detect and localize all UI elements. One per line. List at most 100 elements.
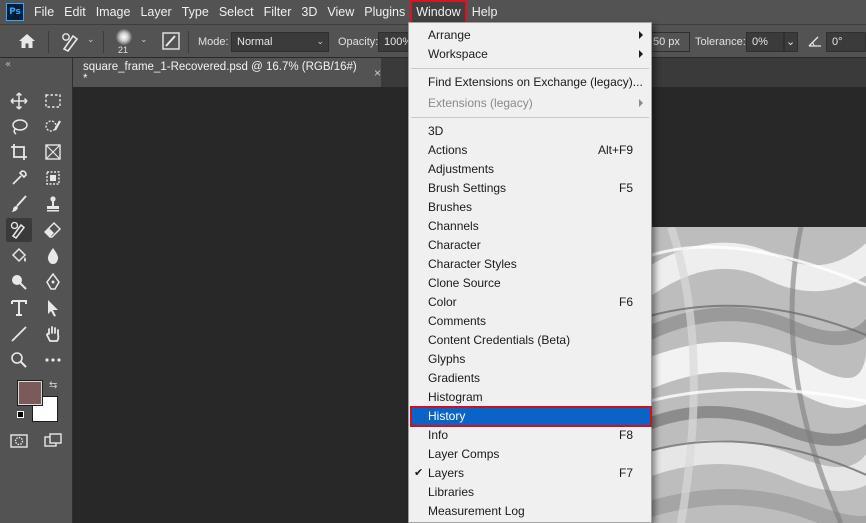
menu-item-layer-comps[interactable]: Layer Comps xyxy=(411,445,649,464)
collapse-panel-icon[interactable]: « xyxy=(5,59,11,70)
menu-item-brushes[interactable]: Brushes xyxy=(411,198,649,217)
rectangular-marquee-tool-icon[interactable] xyxy=(40,89,66,113)
opacity-label: Opacity: xyxy=(338,36,379,48)
crop-tool-icon[interactable] xyxy=(6,140,32,164)
menu-item-gradients[interactable]: Gradients xyxy=(411,369,649,388)
line-tool-icon[interactable] xyxy=(6,322,32,346)
size-input[interactable]: 50 px xyxy=(648,32,690,52)
brush-tool-icon[interactable] xyxy=(6,192,32,216)
angle-input[interactable]: 0° xyxy=(826,32,866,52)
brush-picker-chevron-down-icon[interactable]: ⌄ xyxy=(140,35,148,45)
angle-icon xyxy=(808,35,822,50)
menu-item-libraries[interactable]: Libraries xyxy=(411,483,649,502)
quick-mask-icon[interactable] xyxy=(6,429,32,453)
eyedropper-tool-icon[interactable] xyxy=(6,166,32,190)
screen-mode-icon[interactable] xyxy=(40,429,66,453)
object-selection-tool-icon[interactable] xyxy=(40,166,66,190)
tolerance-label: Tolerance: xyxy=(695,36,746,48)
document-tab[interactable]: square_frame_1-Recovered.psd @ 16.7% (RG… xyxy=(73,58,381,87)
quick-selection-tool-icon[interactable] xyxy=(40,115,66,139)
menu-separator xyxy=(411,68,649,69)
menu-type[interactable]: Type xyxy=(177,0,214,24)
document-tab-title: square_frame_1-Recovered.psd @ 16.7% (RG… xyxy=(83,60,357,85)
menu-3d[interactable]: 3D xyxy=(296,0,322,24)
lasso-tool-icon[interactable] xyxy=(6,115,32,139)
brush-settings-icon[interactable] xyxy=(162,32,180,53)
menu-image[interactable]: Image xyxy=(91,0,136,24)
eraser-tool-icon[interactable] xyxy=(40,218,66,242)
menu-item-color[interactable]: Color F6 xyxy=(411,293,649,312)
preset-chevron-down-icon[interactable]: ⌄ xyxy=(87,35,95,45)
options-separator xyxy=(103,31,104,53)
menu-edit[interactable]: Edit xyxy=(59,0,91,24)
menu-bar: Ps File Edit Image Layer Type Select Fil… xyxy=(0,0,866,24)
menu-item-find-extensions[interactable]: Find Extensions on Exchange (legacy)... xyxy=(411,73,649,92)
submenu-arrow-icon xyxy=(639,50,643,58)
menu-item-histogram[interactable]: Histogram xyxy=(411,388,649,407)
close-icon[interactable]: × xyxy=(374,66,381,80)
menu-help[interactable]: Help xyxy=(467,0,503,24)
path-selection-tool-icon[interactable] xyxy=(40,296,66,320)
menu-shortcut: F5 xyxy=(618,181,633,195)
menu-item-character-styles[interactable]: Character Styles xyxy=(411,255,649,274)
menu-shortcut: Alt+F9 xyxy=(597,143,633,157)
menu-item-measurement-log[interactable]: Measurement Log xyxy=(411,502,649,521)
menu-window[interactable]: Window xyxy=(410,0,467,24)
clone-stamp-tool-icon[interactable] xyxy=(40,192,66,216)
menu-item-content-credentials[interactable]: Content Credentials (Beta) xyxy=(411,331,649,350)
menu-shortcut: F7 xyxy=(618,466,633,480)
more-tools-icon[interactable] xyxy=(40,348,66,372)
menu-item-actions[interactable]: Actions Alt+F9 xyxy=(411,141,649,160)
options-separator xyxy=(48,31,49,53)
menu-item-workspace[interactable]: Workspace xyxy=(411,45,649,64)
menu-shortcut: F6 xyxy=(618,295,633,309)
menu-item-layers[interactable]: ✔ Layers F7 xyxy=(411,464,649,483)
menu-select[interactable]: Select xyxy=(214,0,259,24)
menu-item-adjustments[interactable]: Adjustments xyxy=(411,160,649,179)
menu-view[interactable]: View xyxy=(322,0,359,24)
menu-item-info[interactable]: Info F8 xyxy=(411,426,649,445)
frame-tool-icon[interactable] xyxy=(40,140,66,164)
tolerance-chevron-down-icon[interactable]: ⌄ xyxy=(784,32,798,52)
mode-select[interactable]: Normal ⌄ xyxy=(231,32,329,52)
menu-item-glyphs[interactable]: Glyphs xyxy=(411,350,649,369)
window-dropdown-menu: Arrange Workspace Find Extensions on Exc… xyxy=(408,22,652,523)
paint-bucket-tool-icon[interactable] xyxy=(6,244,32,268)
menu-item-brush-settings[interactable]: Brush Settings F5 xyxy=(411,179,649,198)
pen-tool-icon[interactable] xyxy=(40,270,66,294)
menu-item-character[interactable]: Character xyxy=(411,236,649,255)
swap-colors-icon[interactable]: ⇆ xyxy=(49,380,57,391)
submenu-arrow-icon xyxy=(639,31,643,39)
menu-item-comments[interactable]: Comments xyxy=(411,312,649,331)
move-tool-icon[interactable] xyxy=(6,89,32,113)
tools-panel: « ⇆ xyxy=(0,58,73,523)
options-separator xyxy=(188,31,189,53)
menu-plugins[interactable]: Plugins xyxy=(359,0,410,24)
submenu-arrow-icon xyxy=(639,99,643,107)
document-canvas-image[interactable] xyxy=(651,227,866,523)
brush-tip-preview-icon[interactable] xyxy=(116,29,132,45)
menu-item-clone-source[interactable]: Clone Source xyxy=(411,274,649,293)
menu-filter[interactable]: Filter xyxy=(259,0,297,24)
menu-file[interactable]: File xyxy=(29,0,59,24)
menu-item-channels[interactable]: Channels xyxy=(411,217,649,236)
type-tool-icon[interactable] xyxy=(6,296,32,320)
spot-healing-brush-tool-icon[interactable] xyxy=(6,218,32,242)
dodge-tool-icon[interactable] xyxy=(6,270,32,294)
mode-value: Normal xyxy=(237,36,273,48)
hand-tool-icon[interactable] xyxy=(40,322,66,346)
brush-size-label: 21 xyxy=(118,45,129,55)
blur-tool-icon[interactable] xyxy=(40,244,66,268)
foreground-color-swatch[interactable] xyxy=(17,380,43,406)
photoshop-logo-icon: Ps xyxy=(6,3,24,21)
menu-layer[interactable]: Layer xyxy=(135,0,176,24)
spot-healing-brush-preset-icon[interactable] xyxy=(60,31,82,56)
tolerance-input[interactable]: 0% xyxy=(746,32,784,52)
zoom-tool-icon[interactable] xyxy=(6,348,32,372)
mode-chevron-down-icon: ⌄ xyxy=(316,36,324,46)
home-icon[interactable] xyxy=(18,33,36,52)
menu-item-3d[interactable]: 3D xyxy=(411,122,649,141)
default-colors-icon[interactable] xyxy=(17,411,24,418)
menu-item-history[interactable]: History xyxy=(410,406,652,427)
menu-item-arrange[interactable]: Arrange xyxy=(411,26,649,45)
